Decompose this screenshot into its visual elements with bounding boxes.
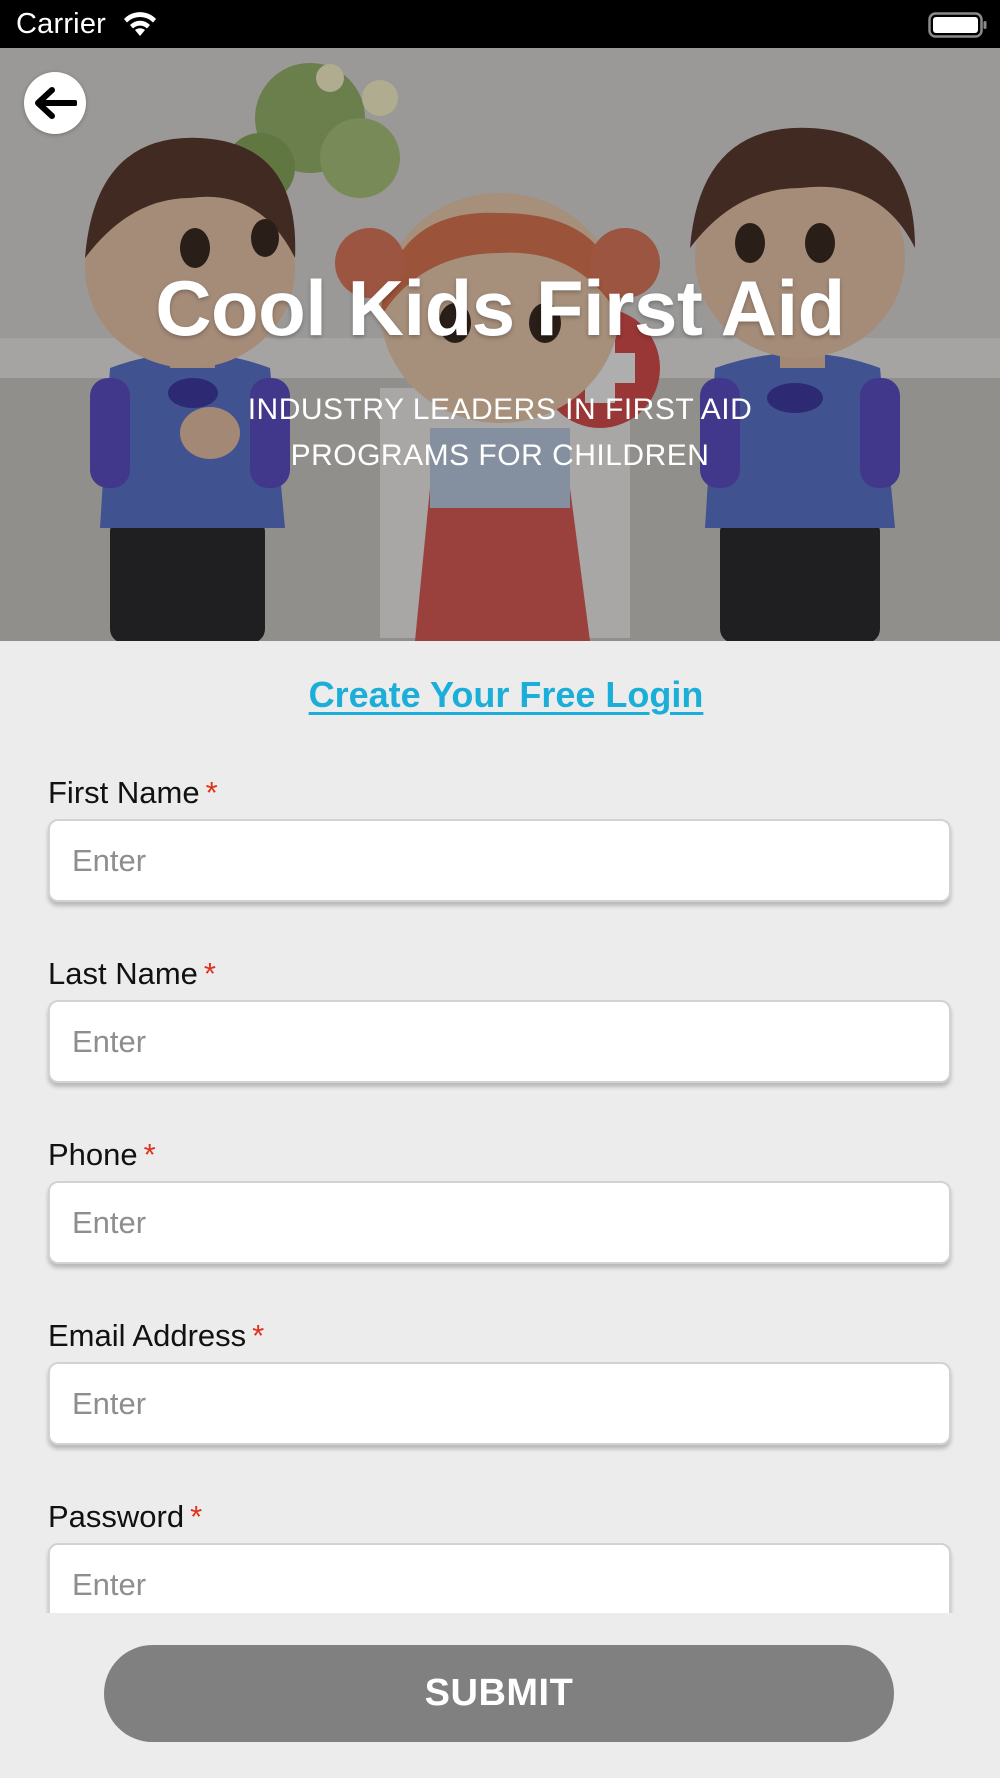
carrier-label: Carrier: [16, 8, 107, 40]
app-title: Cool Kids First Aid: [155, 264, 845, 352]
required-marker: *: [252, 1318, 265, 1353]
wifi-icon: [124, 12, 156, 36]
email-label: Email Address *: [48, 1318, 265, 1353]
required-marker: *: [190, 1499, 203, 1534]
required-marker: *: [143, 1137, 156, 1172]
first-name-label: First Name *: [48, 775, 218, 810]
required-marker: *: [205, 775, 218, 810]
first-name-field: First Name *: [48, 775, 952, 902]
last-name-input[interactable]: [48, 1000, 951, 1083]
phone-input[interactable]: [48, 1181, 951, 1264]
app-tagline: INDUSTRY LEADERS IN FIRST AID PROGRAMS F…: [247, 393, 753, 472]
password-input[interactable]: [48, 1543, 951, 1613]
battery-full-icon: [928, 12, 987, 38]
hero-banner: Cool Kids First Aid INDUSTRY LEADERS IN …: [0, 48, 1000, 641]
first-name-input[interactable]: [48, 819, 951, 902]
email-field: Email Address *: [48, 1318, 952, 1445]
phone-label: Phone *: [48, 1137, 156, 1172]
create-login-link[interactable]: Create Your Free Login: [0, 674, 1000, 716]
required-marker: *: [203, 956, 216, 991]
password-field: Password *: [48, 1499, 952, 1613]
submit-button[interactable]: SUBMIT: [104, 1645, 894, 1742]
phone-field: Phone *: [48, 1137, 952, 1264]
password-label: Password *: [48, 1499, 203, 1534]
signup-form: First Name* Last Name* Phone* Email Addr…: [0, 740, 1000, 1613]
arrow-left-icon: [35, 87, 77, 119]
status-bar: Carrier: [0, 0, 1000, 48]
back-button[interactable]: [24, 72, 86, 134]
last-name-field: Last Name *: [48, 956, 952, 1083]
last-name-label: Last Name *: [48, 956, 216, 991]
email-input[interactable]: [48, 1362, 951, 1445]
